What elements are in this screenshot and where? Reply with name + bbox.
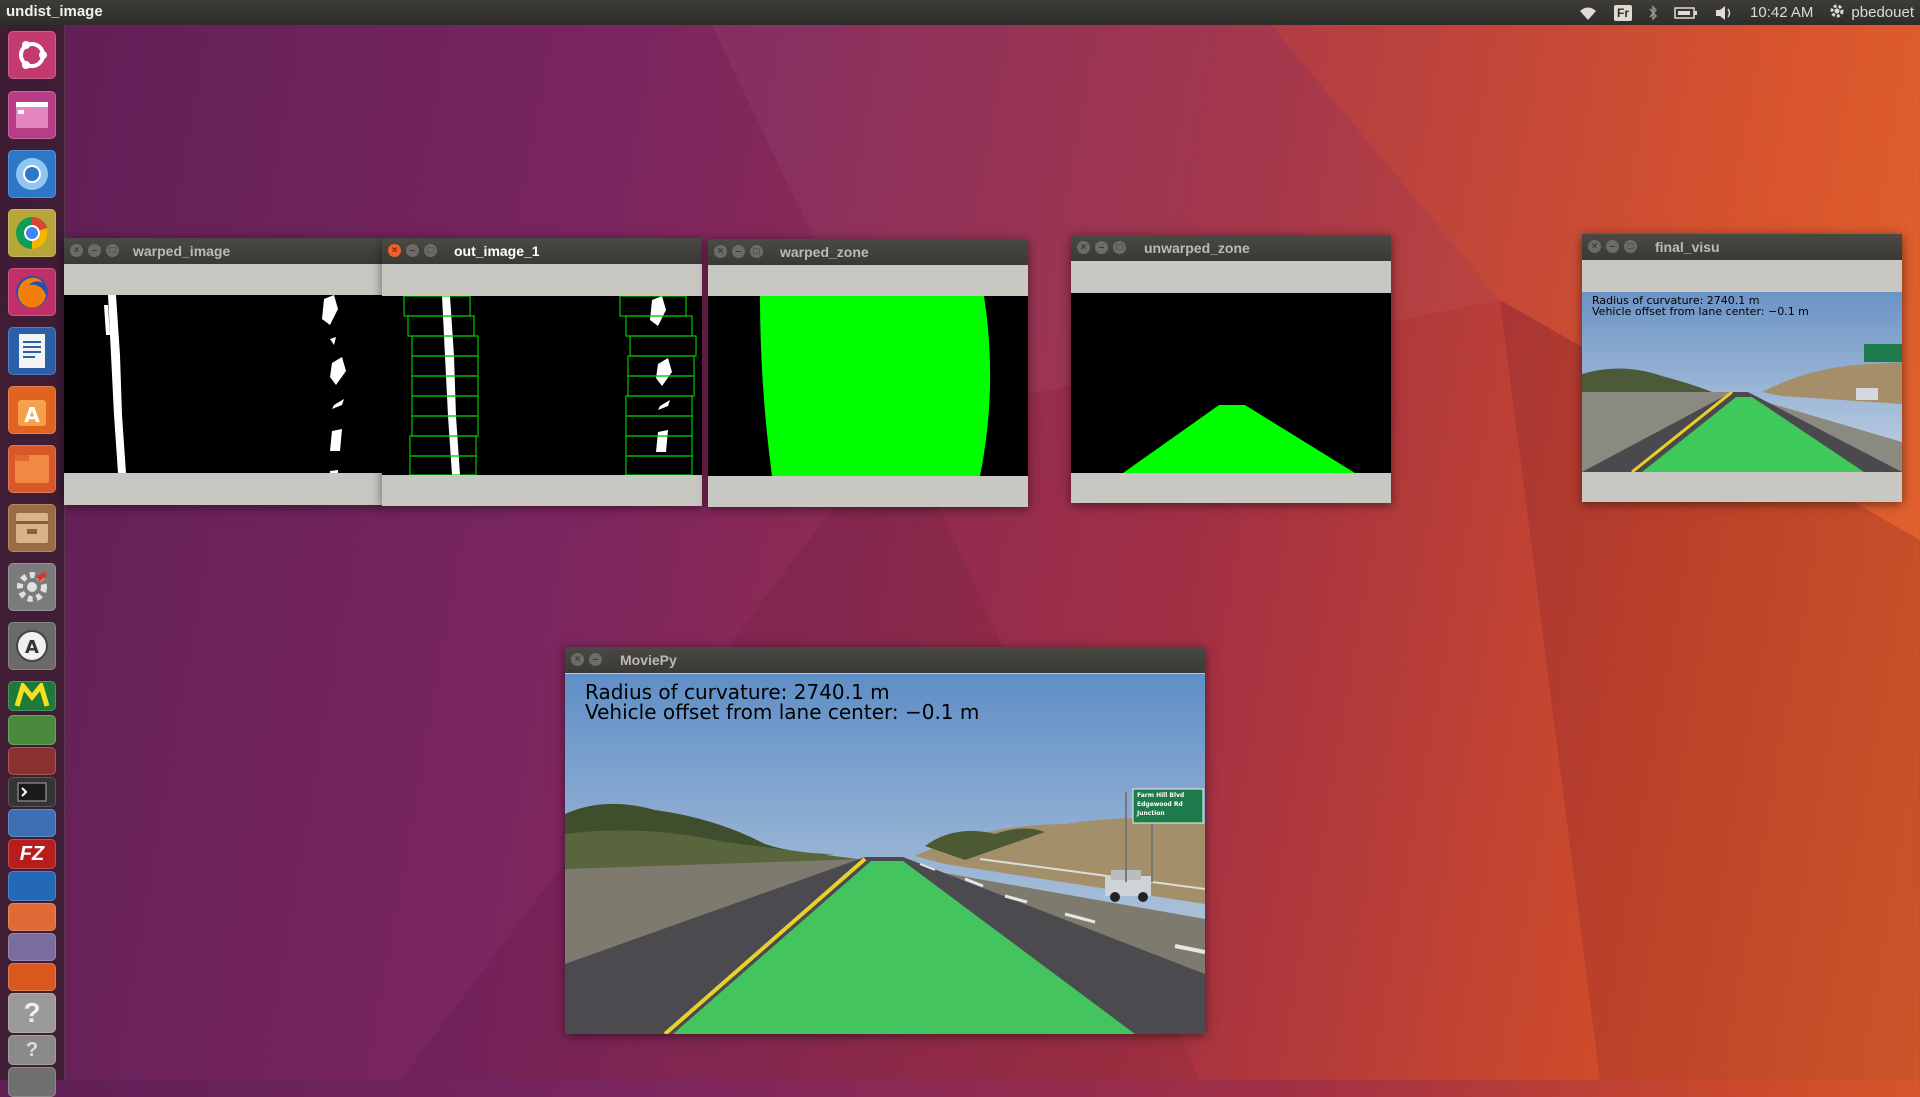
sign-line-1: Farm Hill Blvd <box>1137 792 1185 799</box>
help-icon[interactable]: ? <box>8 993 56 1033</box>
overlay-offset: Vehicle offset from lane center: −0.1 m <box>585 700 980 724</box>
chrome-icon[interactable] <box>8 209 56 257</box>
mcafee-icon[interactable] <box>8 681 56 711</box>
titlebar[interactable]: × – MoviePy <box>565 647 1205 673</box>
titlebar[interactable]: × – □ out_image_1 <box>382 238 702 264</box>
window-title: unwarped_zone <box>1144 240 1250 256</box>
sign-line-3: Junction <box>1137 810 1165 817</box>
minimize-button[interactable]: – <box>589 653 602 666</box>
window-moviepy[interactable]: × – MoviePy Farm Hill Blvd Edgewood Rd J… <box>565 647 1205 1034</box>
window-title: MoviePy <box>620 652 677 668</box>
stacked-app-icon-2[interactable] <box>8 747 56 775</box>
software-center-icon[interactable]: A <box>8 386 56 434</box>
workspace-switcher-icon[interactable] <box>8 91 56 139</box>
moviepy-video-frame: Farm Hill Blvd Edgewood Rd Junction Radi… <box>565 674 1205 1034</box>
files-icon[interactable] <box>8 445 56 493</box>
firefox-icon[interactable] <box>8 268 56 316</box>
stacked-app-icon-6[interactable] <box>8 933 56 961</box>
window-warped-zone[interactable]: × – □ warped_zone <box>708 239 1028 507</box>
ubuntu-dash-icon[interactable] <box>8 31 56 79</box>
close-button[interactable]: × <box>571 653 584 666</box>
warped-zone-canvas <box>708 296 1028 476</box>
unwarped-zone-canvas <box>1071 293 1391 473</box>
close-button[interactable]: × <box>714 245 727 258</box>
maximize-button[interactable]: □ <box>424 244 437 257</box>
stacked-app-icon-4[interactable] <box>8 871 56 901</box>
window-title: out_image_1 <box>454 243 540 259</box>
titlebar[interactable]: × – □ warped_zone <box>708 239 1028 265</box>
chromium-icon[interactable] <box>8 150 56 198</box>
minimize-button[interactable]: – <box>1606 240 1619 253</box>
software-updater-icon[interactable]: A <box>8 622 56 670</box>
close-button[interactable]: × <box>388 244 401 257</box>
window-warped-image[interactable]: × – □ warped_image <box>64 238 384 505</box>
top-panel: undist_image Fr 10:42 AM pbedouet <box>0 0 1920 25</box>
user-name: pbedouet <box>1851 4 1914 21</box>
terminal-icon[interactable] <box>8 777 56 807</box>
window-out-image-1[interactable]: × – □ out_image_1 <box>382 238 702 506</box>
indicator-area: Fr 10:42 AM pbedouet <box>1578 2 1914 23</box>
stacked-app-icon-3[interactable] <box>8 809 56 837</box>
stacked-app-icon-7[interactable] <box>8 963 56 991</box>
stacked-app-icon-1[interactable] <box>8 715 56 745</box>
warped-image-canvas <box>64 295 384 473</box>
svg-text:A: A <box>24 403 40 427</box>
system-settings-icon[interactable] <box>8 563 56 611</box>
maximize-button[interactable]: □ <box>1113 241 1126 254</box>
close-button[interactable]: × <box>1077 241 1090 254</box>
titlebar[interactable]: × – □ unwarped_zone <box>1071 235 1391 261</box>
svg-text:A: A <box>25 637 39 658</box>
maximize-button[interactable]: □ <box>750 245 763 258</box>
trash-icon[interactable] <box>8 1067 56 1097</box>
close-button[interactable]: × <box>1588 240 1601 253</box>
sign-line-2: Edgewood Rd <box>1137 801 1183 808</box>
archive-manager-icon[interactable] <box>8 504 56 552</box>
maximize-button[interactable]: □ <box>1624 240 1637 253</box>
bluetooth-icon[interactable] <box>1648 2 1658 23</box>
wifi-icon[interactable] <box>1578 2 1598 23</box>
window-title: warped_image <box>133 243 231 259</box>
minimize-button[interactable]: – <box>1095 241 1108 254</box>
gear-icon <box>1829 3 1845 23</box>
window-title: final_visu <box>1655 239 1720 255</box>
volume-icon[interactable] <box>1714 2 1734 23</box>
window-unwarped-zone[interactable]: × – □ unwarped_zone <box>1071 235 1391 503</box>
window-final-visu[interactable]: × – □ final_visu Radius of curvature: 27… <box>1582 234 1902 502</box>
clock[interactable]: 10:42 AM <box>1750 2 1813 23</box>
overlay-offset: Vehicle offset from lane center: −0.1 m <box>1592 305 1809 318</box>
sliding-window-canvas <box>382 296 702 475</box>
help-icon-2[interactable]: ? <box>8 1035 56 1065</box>
minimize-button[interactable]: – <box>88 244 101 257</box>
active-window-title: undist_image <box>6 3 103 20</box>
window-title: warped_zone <box>780 244 869 260</box>
writer-icon[interactable] <box>8 327 56 375</box>
final-visu-canvas: Radius of curvature: 2740.1 m Vehicle of… <box>1582 292 1902 472</box>
titlebar[interactable]: × – □ final_visu <box>1582 234 1902 260</box>
minimize-button[interactable]: – <box>732 245 745 258</box>
titlebar[interactable]: × – □ warped_image <box>64 238 384 264</box>
session-menu[interactable]: pbedouet <box>1829 2 1914 23</box>
launcher: A A FZ ? ? <box>0 25 65 1097</box>
battery-icon[interactable] <box>1674 2 1698 23</box>
minimize-button[interactable]: – <box>406 244 419 257</box>
close-button[interactable]: × <box>70 244 83 257</box>
maximize-button[interactable]: □ <box>106 244 119 257</box>
filezilla-icon[interactable]: FZ <box>8 839 56 869</box>
keyboard-icon[interactable]: Fr <box>1614 2 1633 23</box>
stacked-app-icon-5[interactable] <box>8 903 56 931</box>
